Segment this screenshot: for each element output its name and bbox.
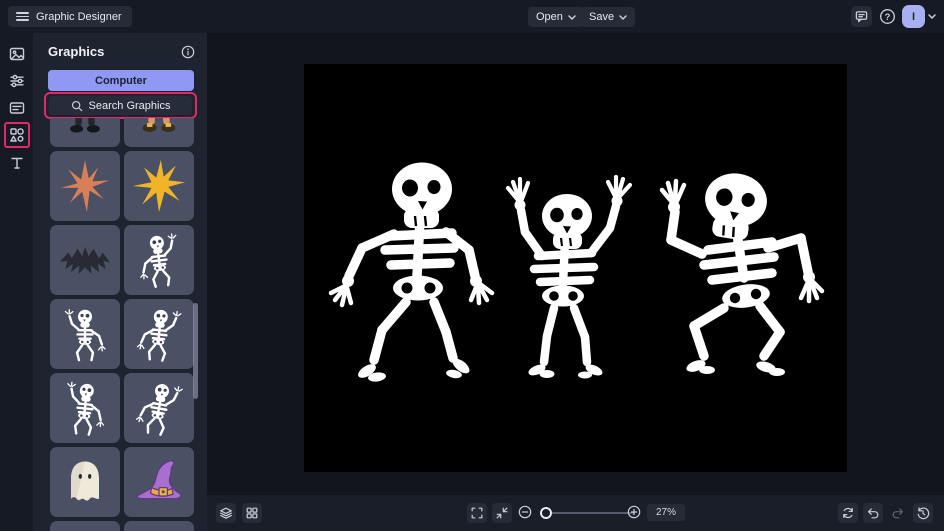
zoom-slider-handle[interactable] — [540, 507, 552, 519]
sidebar-item-filters[interactable] — [9, 73, 25, 89]
help-icon: ? — [880, 9, 895, 24]
image-icon — [9, 47, 25, 61]
panel-title: Graphics — [48, 44, 105, 59]
graphic-tile-yellow-starburst[interactable] — [124, 151, 194, 221]
design-canvas[interactable] — [304, 64, 847, 472]
fullscreen-icon — [471, 507, 483, 519]
sync-button[interactable] — [838, 503, 858, 523]
fullscreen-button[interactable] — [467, 503, 487, 523]
graphic-tile-dancing-skeleton-1[interactable] — [124, 225, 194, 295]
text-icon — [11, 157, 23, 169]
account-chevron-down-icon[interactable] — [928, 14, 936, 19]
computer-upload-button[interactable]: Computer — [48, 70, 194, 91]
graphic-tile-ghost[interactable] — [50, 447, 120, 517]
graphic-tile-witch-hat[interactable] — [124, 447, 194, 517]
undo-icon — [868, 508, 879, 519]
svg-text:?: ? — [885, 12, 891, 23]
info-icon[interactable] — [181, 45, 195, 59]
zoom-percent-readout: 27% — [647, 504, 685, 521]
grid-view-button[interactable] — [242, 503, 262, 523]
zoom-slider-track[interactable] — [547, 512, 635, 514]
sidebar-rail — [0, 33, 33, 531]
graphic-tile-black-bat[interactable] — [50, 225, 120, 295]
zoom-in-button[interactable] — [627, 505, 643, 521]
zoom-out-button[interactable] — [518, 505, 534, 521]
chevron-down-icon — [568, 14, 576, 20]
history-icon — [917, 507, 930, 520]
canvas-area — [207, 33, 944, 495]
search-icon — [71, 100, 82, 111]
undo-button[interactable] — [863, 503, 883, 523]
sidebar-item-templates[interactable] — [9, 100, 25, 116]
hamburger-icon — [16, 12, 29, 21]
save-button[interactable]: Save — [581, 7, 636, 27]
search-highlight-box: Search Graphics — [44, 92, 197, 119]
feedback-chat-icon — [855, 11, 868, 23]
shapes-icon — [10, 128, 24, 142]
graphic-tile-dancing-skeleton-4[interactable] — [50, 373, 120, 443]
graphic-tile-skeleton-legs[interactable] — [50, 118, 120, 147]
graphic-tile-partial-2[interactable] — [124, 521, 194, 531]
zoom-out-icon — [518, 505, 532, 519]
graphic-designer-app: Graphic Designer Open Save ? I Graphics … — [0, 0, 944, 531]
graphics-results-list — [50, 118, 194, 531]
open-button[interactable]: Open — [528, 7, 584, 27]
layers-button[interactable] — [216, 503, 236, 523]
graphic-tile-partial-1[interactable] — [50, 521, 120, 531]
help-button[interactable]: ? — [877, 6, 898, 27]
app-title: Graphic Designer — [36, 10, 122, 23]
sidebar-item-images[interactable] — [9, 46, 25, 62]
sync-icon — [843, 507, 853, 519]
graphic-tile-orange-starburst[interactable] — [50, 151, 120, 221]
bottom-toolbar: 27% — [207, 495, 944, 531]
panel-scrollbar[interactable] — [193, 303, 198, 399]
grid-view-icon — [246, 507, 258, 519]
topbar: Graphic Designer Open Save ? I — [0, 0, 944, 33]
feedback-button[interactable] — [851, 6, 872, 27]
avatar[interactable]: I — [902, 5, 925, 28]
graphic-tile-dancing-skeleton-3[interactable] — [124, 299, 194, 369]
zoom-in-icon — [627, 505, 641, 519]
menu-button[interactable]: Graphic Designer — [8, 6, 132, 27]
fit-to-screen-icon — [496, 507, 508, 519]
banner-icon — [9, 102, 25, 114]
graphics-panel: Graphics Computer Search Graphics — [33, 33, 207, 531]
three-dancing-skeletons-graphic — [328, 162, 825, 382]
sidebar-item-graphics[interactable] — [9, 127, 25, 143]
layers-icon — [220, 507, 232, 519]
chevron-down-icon — [619, 14, 627, 20]
redo-icon — [892, 508, 903, 519]
graphic-tile-dancing-skeleton-2[interactable] — [50, 299, 120, 369]
sidebar-item-text[interactable] — [9, 155, 25, 171]
graphic-tile-witch-legs[interactable] — [124, 118, 194, 147]
history-button[interactable] — [913, 503, 933, 523]
graphic-tile-dancing-skeleton-5[interactable] — [124, 373, 194, 443]
search-graphics-button[interactable]: Search Graphics — [49, 96, 192, 115]
fit-to-screen-button[interactable] — [492, 503, 512, 523]
redo-button[interactable] — [888, 503, 908, 523]
sliders-icon — [10, 74, 24, 88]
